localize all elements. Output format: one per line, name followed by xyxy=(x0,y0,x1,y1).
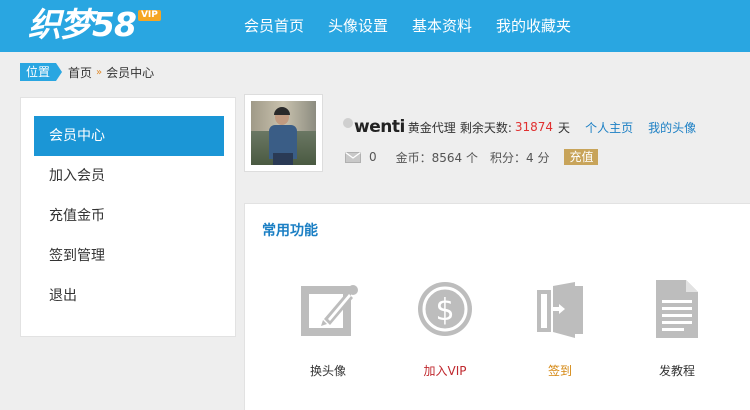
common-functions-title: 常用功能 xyxy=(262,223,318,239)
breadcrumb-member-center[interactable]: 会员中心 xyxy=(106,64,154,81)
nav-avatar-settings[interactable]: 头像设置 xyxy=(328,0,388,52)
my-avatar-link[interactable]: 我的头像 xyxy=(648,119,696,136)
func-join-vip[interactable]: $ 加入VIP xyxy=(390,276,500,386)
main-nav: 会员首页 头像设置 基本资料 我的收藏夹 xyxy=(232,0,583,52)
sidebar-item-recharge-coins[interactable]: 充值金币 xyxy=(34,196,224,236)
svg-text:$: $ xyxy=(435,293,454,328)
dollar-coin-icon: $ xyxy=(412,276,478,342)
personal-homepage-link[interactable]: 个人主页 xyxy=(585,119,633,136)
breadcrumb-tag: 位置 xyxy=(20,63,63,81)
breadcrumb: 位置 首页 » 会员中心 xyxy=(20,62,154,82)
points-balance: 积分：4 分 xyxy=(490,150,550,165)
door-icon xyxy=(527,276,593,342)
avatar-frame xyxy=(244,94,323,172)
func-join-vip-label: 加入VIP xyxy=(423,364,467,378)
logo-text: 织梦58 xyxy=(28,5,137,44)
func-post-tutorial[interactable]: 发教程 xyxy=(622,276,732,386)
recharge-button[interactable]: 充值 xyxy=(564,149,599,165)
remaining-days-value: 31874 xyxy=(514,120,554,134)
edit-icon xyxy=(295,276,361,342)
breadcrumb-home-link[interactable]: 首页 xyxy=(68,64,92,81)
remaining-days-label: 剩余天数: xyxy=(459,120,512,135)
sidebar-item-sign-in-manage[interactable]: 签到管理 xyxy=(34,236,224,276)
avatar[interactable] xyxy=(251,101,316,165)
func-sign-in[interactable]: 签到 xyxy=(505,276,615,386)
online-status-icon xyxy=(343,118,353,128)
sidebar-item-member-center[interactable]: 会员中心 xyxy=(34,116,224,156)
member-level: 黄金代理 xyxy=(407,120,456,135)
breadcrumb-separator: » xyxy=(96,66,103,78)
profile-stats: 0 金币：8564 个 积分：4 分 充值 xyxy=(345,148,599,166)
username: wenti xyxy=(354,117,405,137)
func-sign-in-label: 签到 xyxy=(547,364,572,378)
coin-balance: 金币：8564 个 xyxy=(395,150,478,165)
nav-member-home[interactable]: 会员首页 xyxy=(244,0,304,52)
remaining-days-unit: 天 xyxy=(558,120,571,135)
nav-my-favorites[interactable]: 我的收藏夹 xyxy=(496,0,571,52)
func-change-avatar-label: 换头像 xyxy=(309,364,346,378)
nav-basic-info[interactable]: 基本资料 xyxy=(412,0,472,52)
common-functions-panel: 常用功能 换头像 $ 加入VIP 签到 发教程 xyxy=(244,203,750,410)
site-logo[interactable]: 织梦58 VIP xyxy=(28,6,161,44)
sidebar-item-join-member[interactable]: 加入会员 xyxy=(34,156,224,196)
mail-icon[interactable] xyxy=(345,151,361,163)
func-post-tutorial-label: 发教程 xyxy=(658,364,695,378)
profile-summary: wenti 黄金代理 剩余天数: 31874 天 个人主页 我的头像 xyxy=(343,116,696,138)
message-count: 0 xyxy=(369,150,377,164)
document-icon xyxy=(644,276,710,342)
top-header: 织梦58 VIP 会员首页 头像设置 基本资料 我的收藏夹 xyxy=(0,0,750,52)
func-change-avatar[interactable]: 换头像 xyxy=(273,276,383,386)
sidebar-menu: 会员中心 加入会员 充值金币 签到管理 退出 xyxy=(20,97,236,337)
logo-vip-badge: VIP xyxy=(137,10,161,21)
sidebar-item-logout[interactable]: 退出 xyxy=(34,276,224,316)
